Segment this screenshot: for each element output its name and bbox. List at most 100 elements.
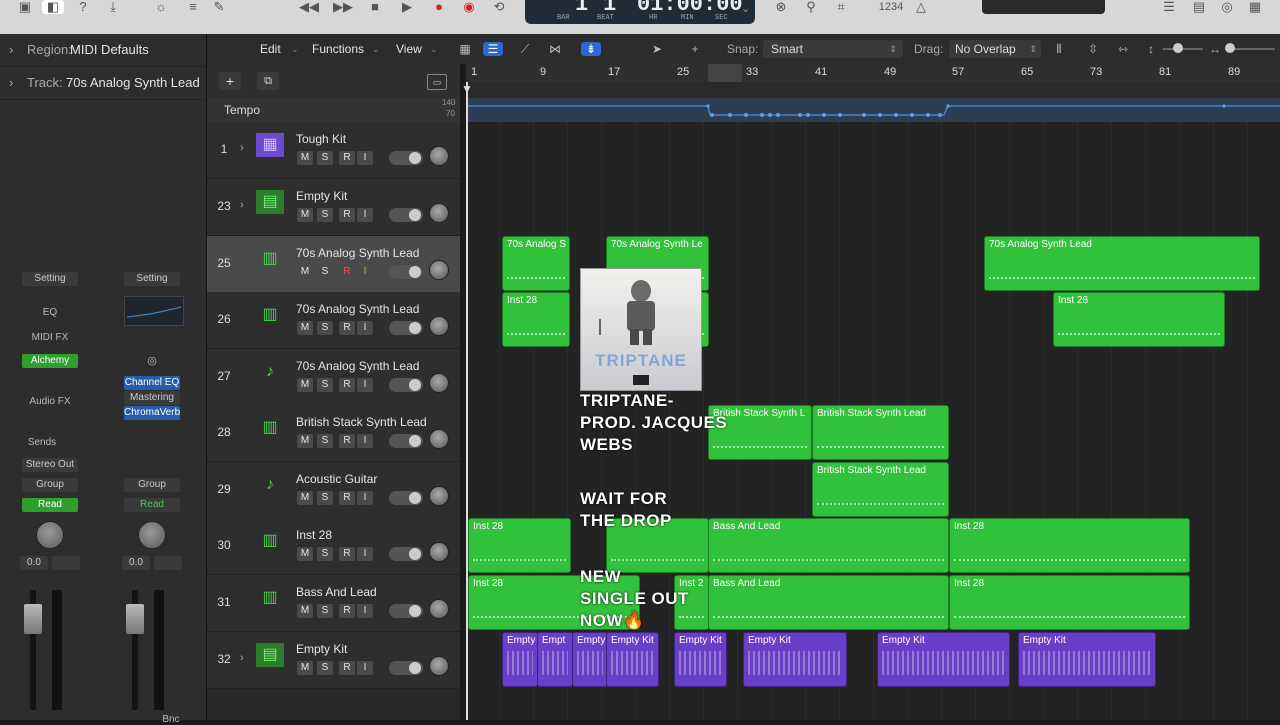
track-name[interactable]: Bass And Lead — [296, 585, 377, 599]
horizontal-zoom-fit-icon[interactable]: ⇿ — [1113, 42, 1133, 56]
playhead-handle-icon[interactable]: ▼ — [460, 82, 474, 96]
crosshair-tool-icon[interactable]: + — [685, 42, 705, 56]
volume-knob[interactable] — [429, 599, 449, 619]
volume-knob[interactable] — [429, 203, 449, 223]
browser-icon[interactable]: ▦ — [1244, 0, 1266, 14]
snap-select[interactable]: Smart ⇕ — [763, 40, 903, 58]
mute-button[interactable]: M — [297, 265, 313, 279]
mute-button[interactable]: M — [297, 321, 313, 335]
midi-fx-slot[interactable]: MIDI FX — [22, 332, 78, 343]
drummer-region[interactable]: Empty Kit — [674, 632, 727, 687]
drummer-region[interactable]: Empt — [537, 632, 573, 687]
track-header[interactable]: 27 ♪ 70s Analog Synth Lead M S R I — [207, 349, 460, 406]
input-monitor-button[interactable]: I — [357, 547, 373, 561]
vertical-zoom-fit-icon[interactable]: ⇳ — [1083, 42, 1103, 56]
midi-region[interactable]: Inst 28 — [949, 518, 1190, 573]
loop-browser-icon[interactable]: ◎ — [1216, 0, 1238, 14]
track-header[interactable]: 1 › ▦ Tough Kit M S R I — [207, 122, 460, 179]
functions-menu[interactable]: Functions — [312, 34, 364, 64]
grid-view-icon[interactable]: ▦ — [455, 42, 475, 56]
group-button[interactable]: Group — [124, 478, 180, 492]
drag-select[interactable]: No Overlap ⇕ — [949, 40, 1041, 58]
track-header[interactable]: 31 ▥ Bass And Lead M S R I — [207, 575, 460, 632]
vertical-zoom-thumb[interactable] — [1173, 43, 1183, 53]
tuner-icon[interactable]: ⊗ — [770, 0, 792, 14]
solo-button[interactable]: S — [317, 661, 333, 675]
eq-thumbnail[interactable] — [124, 296, 184, 326]
horizontal-zoom-thumb[interactable] — [1225, 43, 1235, 53]
waveform-zoom-icon[interactable]: ⦀ — [1049, 42, 1069, 56]
volume-knob[interactable] — [429, 486, 449, 506]
mute-button[interactable]: M — [297, 378, 313, 392]
notepad-icon[interactable]: ▤ — [1188, 0, 1210, 14]
track-name[interactable]: 70s Analog Synth Lead — [296, 246, 419, 260]
cycle-icon[interactable]: ⟲ — [488, 0, 510, 14]
drummer-region[interactable]: Empty — [502, 632, 538, 687]
track-on-toggle[interactable] — [389, 208, 423, 222]
mute-button[interactable]: M — [297, 151, 313, 165]
count-icon[interactable]: ⌗ — [830, 0, 852, 14]
drummer-region[interactable]: Empty — [572, 632, 608, 687]
midi-region[interactable]: Bass And Lead — [708, 575, 949, 630]
mute-button[interactable]: M — [297, 604, 313, 618]
view-menu[interactable]: View — [396, 34, 422, 64]
midi-region[interactable]: British Stack Synth Lead — [812, 462, 949, 517]
midi-region[interactable]: Inst 28 — [468, 518, 571, 573]
track-inspector-header[interactable]: › Track: 70s Analog Synth Lead — [0, 67, 206, 100]
chevron-down-icon[interactable]: ⌄ — [741, 2, 750, 16]
track-on-toggle[interactable] — [389, 604, 423, 618]
midi-region[interactable]: Inst 28 — [1053, 292, 1225, 347]
solo-button[interactable]: S — [317, 208, 333, 222]
help-icon[interactable]: ? — [72, 0, 94, 14]
volume-knob[interactable] — [429, 656, 449, 676]
eq-slot[interactable]: EQ — [22, 307, 78, 318]
duplicate-track-icon[interactable]: ⧉ — [257, 72, 279, 90]
track-on-toggle[interactable] — [389, 378, 423, 392]
pointer-tool-icon[interactable]: ➤ — [647, 42, 667, 56]
fx-slot-1[interactable]: Channel EQ — [124, 376, 180, 390]
track-on-toggle[interactable] — [389, 661, 423, 675]
track-name[interactable]: Tough Kit — [296, 132, 346, 146]
volume-knob[interactable] — [429, 429, 449, 449]
volume-knob[interactable] — [429, 542, 449, 562]
vertical-zoom-icon[interactable]: ↕ — [1141, 42, 1161, 56]
mute-button[interactable]: M — [297, 547, 313, 561]
record-enable-button[interactable]: R — [339, 661, 355, 675]
midi-region[interactable]: Inst 28 — [949, 575, 1190, 630]
track-on-toggle[interactable] — [389, 491, 423, 505]
library-icon[interactable]: ▣ — [14, 0, 36, 14]
tempo-track-header[interactable]: Tempo 140 70 — [207, 98, 460, 122]
mute-button[interactable]: M — [297, 491, 313, 505]
track-name[interactable]: British Stack Synth Lead — [296, 415, 427, 429]
download-icon[interactable]: ⤓ — [102, 0, 124, 14]
chevron-right-icon[interactable]: › — [240, 142, 244, 154]
automation-mode-button[interactable]: Read — [22, 498, 78, 512]
stop-icon[interactable]: ■ — [364, 0, 386, 14]
record-enable-button[interactable]: R — [339, 265, 355, 279]
track-on-toggle[interactable] — [389, 151, 423, 165]
solo-button[interactable]: S — [317, 491, 333, 505]
drummer-region[interactable]: Empty Kit — [606, 632, 659, 687]
automation-icon[interactable]: ⟋ — [515, 42, 535, 56]
playhead[interactable] — [466, 82, 468, 720]
volume-knob[interactable] — [429, 260, 449, 280]
record-enable-button[interactable]: R — [339, 151, 355, 165]
solo-button[interactable]: S — [317, 604, 333, 618]
mute-button[interactable]: M — [297, 434, 313, 448]
mute-button[interactable]: M — [297, 661, 313, 675]
vertical-zoom-slider[interactable] — [1163, 48, 1203, 50]
input-monitor-button[interactable]: I — [357, 434, 373, 448]
region-inspector-header[interactable]: › Region: MIDI Defaults — [0, 34, 206, 67]
input-monitor-button[interactable]: I — [357, 491, 373, 505]
record-icon[interactable]: ● — [428, 0, 450, 14]
metronome-icon[interactable]: △ — [910, 0, 932, 14]
record-enable-button[interactable]: R — [339, 547, 355, 561]
bar-ruler[interactable]: 1 9 17 25 33 41 49 57 65 73 81 89 — [466, 64, 1280, 83]
solo-button[interactable]: S — [317, 265, 333, 279]
track-name[interactable]: 70s Analog Synth Lead — [296, 359, 419, 373]
add-track-button[interactable]: + — [219, 72, 241, 90]
record-enable-button[interactable]: R — [339, 208, 355, 222]
output-button[interactable]: Stereo Out — [22, 458, 78, 472]
input-monitor-button[interactable]: I — [357, 208, 373, 222]
solo-button[interactable]: S — [317, 321, 333, 335]
